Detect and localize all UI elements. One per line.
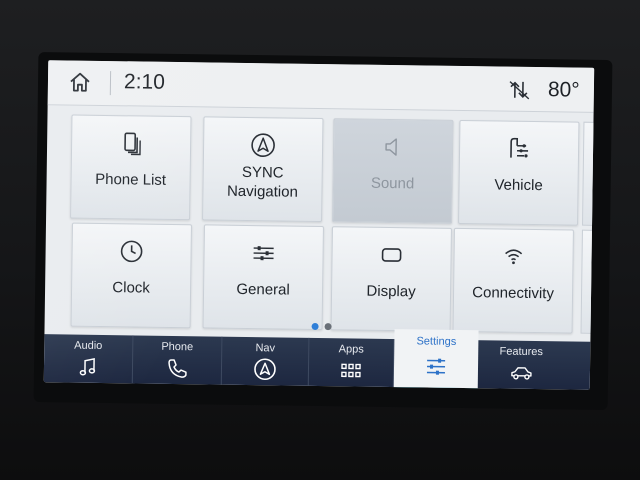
- tile-sync-navigation[interactable]: SYNC Navigation: [202, 116, 324, 223]
- tile-label-line: Navigation: [226, 182, 299, 201]
- nav-label: Phone: [161, 340, 194, 354]
- tile-vehicle[interactable]: Vehicle: [458, 119, 580, 226]
- touchscreen: 2:10 80° Phone List SYNC Navigation Soun…: [43, 60, 595, 390]
- navigation-icon: [251, 133, 275, 158]
- speaker-icon: [385, 138, 397, 156]
- bottom-nav-bar: Audio Phone Nav Apps Settings Features: [43, 329, 591, 390]
- status-bar: 2:10 80°: [47, 60, 595, 113]
- nav-label: Apps: [338, 343, 364, 356]
- tile-label: Vehicle: [494, 176, 543, 195]
- vehicle-settings-icon: [510, 137, 529, 158]
- phone-list-icon: [124, 132, 141, 156]
- nav-phone[interactable]: Phone: [132, 335, 223, 385]
- phone-icon: [168, 359, 187, 378]
- tile-connectivity[interactable]: Connectivity: [452, 227, 574, 334]
- apps-grid-icon: [341, 363, 361, 378]
- tile-label-line: SYNC: [241, 163, 284, 182]
- tile-label: Connectivity: [472, 284, 555, 303]
- nav-audio[interactable]: Audio: [43, 334, 134, 384]
- nav-label: Settings: [416, 335, 457, 348]
- music-note-icon: [79, 357, 96, 376]
- tile-sound: Sound: [332, 118, 454, 224]
- nav-label: Audio: [74, 339, 103, 352]
- signal-arrows-icon: [509, 81, 530, 100]
- nav-nav[interactable]: Nav: [221, 336, 310, 386]
- outside-temperature: 80°: [547, 78, 580, 102]
- tile-label: Clock: [112, 279, 150, 297]
- nav-features[interactable]: Features: [479, 340, 564, 389]
- page-dot[interactable]: [324, 323, 332, 331]
- nav-apps[interactable]: Apps: [308, 337, 395, 388]
- car-features-icon: [511, 367, 532, 380]
- tile-label: Display: [366, 282, 416, 301]
- tile-display[interactable]: Display: [330, 226, 452, 332]
- sliders-icon: [253, 246, 274, 261]
- tile-phone-list[interactable]: Phone List: [70, 114, 192, 221]
- wifi-icon: [505, 249, 523, 265]
- nav-label: Nav: [255, 342, 276, 355]
- page-dot-active[interactable]: [311, 322, 319, 331]
- clock-time: 2:10: [123, 70, 166, 94]
- tile-label: SYNC Navigation: [203, 162, 322, 202]
- tile-general[interactable]: General: [202, 224, 324, 331]
- nav-settings[interactable]: Settings: [393, 329, 479, 390]
- tile-clock[interactable]: Clock: [70, 222, 192, 329]
- page-indicator: [308, 317, 334, 335]
- clock-icon: [120, 240, 143, 263]
- tile-label: Sound: [370, 174, 415, 193]
- settings-sliders-icon: [426, 358, 446, 375]
- nav-label: Features: [499, 345, 544, 359]
- status-divider: [109, 71, 112, 96]
- tile-label: Phone List: [95, 170, 167, 189]
- nav-arrow-icon: [254, 358, 276, 381]
- display-icon: [381, 248, 402, 262]
- tile-label: General: [236, 280, 290, 299]
- home-icon[interactable]: [68, 70, 92, 94]
